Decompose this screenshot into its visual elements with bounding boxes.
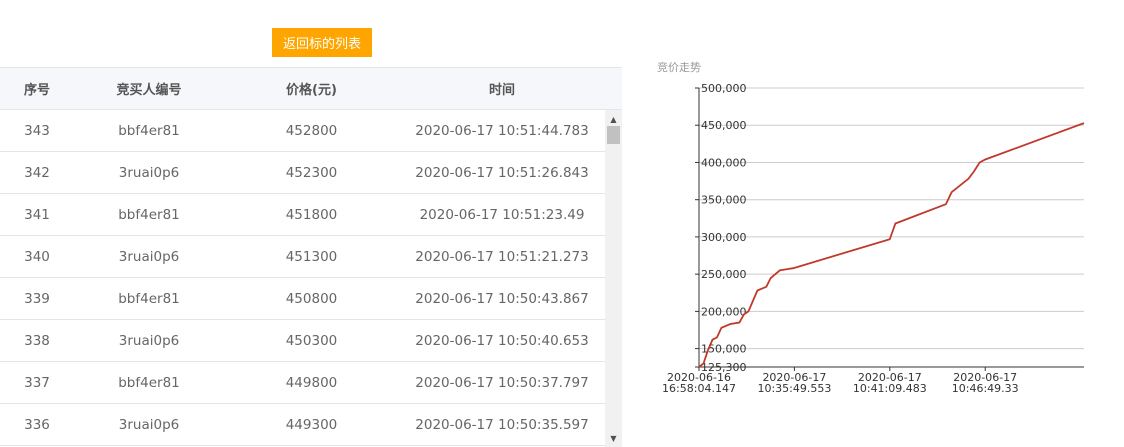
cell-price: 452800 bbox=[285, 122, 338, 139]
cell-price: 450800 bbox=[285, 290, 338, 307]
cell-index: 336 bbox=[24, 416, 50, 433]
x-tick-label: 2020-06-16 16:58:04.147 bbox=[662, 371, 736, 395]
cell-time: 2020-06-17 10:51:23.49 bbox=[419, 206, 585, 223]
table-row: 343 bbf4er81 452800 2020-06-17 10:51:44.… bbox=[0, 110, 605, 152]
table-scrollbar[interactable]: ▲ ▼ bbox=[605, 110, 622, 447]
cell-time: 2020-06-17 10:50:37.797 bbox=[415, 374, 589, 391]
cell-price: 452300 bbox=[285, 164, 338, 181]
cell-price: 451800 bbox=[285, 206, 338, 223]
cell-time: 2020-06-17 10:50:40.653 bbox=[415, 332, 589, 349]
table-row: 338 3ruai0p6 450300 2020-06-17 10:50:40.… bbox=[0, 320, 605, 362]
cell-index: 343 bbox=[24, 122, 50, 139]
header-time: 时间 bbox=[488, 83, 515, 98]
back-to-list-button[interactable]: 返回标的列表 bbox=[272, 28, 372, 57]
cell-bidder-id: bbf4er81 bbox=[118, 374, 180, 391]
y-tick-label: 500,000 bbox=[701, 82, 747, 95]
table-header: 序号 竞买人编号 价格(元) 时间 bbox=[0, 67, 622, 110]
cell-bidder-id: bbf4er81 bbox=[118, 206, 180, 223]
cell-time: 2020-06-17 10:51:21.273 bbox=[415, 248, 589, 265]
table-row: 339 bbf4er81 450800 2020-06-17 10:50:43.… bbox=[0, 278, 605, 320]
cell-price: 450300 bbox=[285, 332, 338, 349]
cell-price: 451300 bbox=[285, 248, 338, 265]
cell-index: 337 bbox=[24, 374, 50, 391]
cell-time: 2020-06-17 10:50:35.597 bbox=[415, 416, 589, 433]
cell-index: 340 bbox=[24, 248, 50, 265]
cell-time: 2020-06-17 10:50:43.867 bbox=[415, 290, 589, 307]
y-tick-label: 200,000 bbox=[701, 305, 747, 318]
x-tick-label: 2020-06-17 10:35:49.553 bbox=[757, 371, 831, 395]
table-row: 342 3ruai0p6 452300 2020-06-17 10:51:26.… bbox=[0, 152, 605, 194]
table-row: 340 3ruai0p6 451300 2020-06-17 10:51:21.… bbox=[0, 236, 605, 278]
scroll-up-icon[interactable]: ▲ bbox=[605, 112, 622, 126]
y-tick-label: 250,000 bbox=[701, 268, 747, 281]
cell-index: 339 bbox=[24, 290, 50, 307]
scrollbar-thumb[interactable] bbox=[607, 126, 620, 144]
cell-time: 2020-06-17 10:51:44.783 bbox=[415, 122, 589, 139]
cell-bidder-id: 3ruai0p6 bbox=[118, 164, 180, 181]
price-trend-chart: 500,000 450,000 400,000 350,000 300,000 250,0… bbox=[662, 82, 1085, 395]
price-series-line bbox=[698, 122, 1085, 368]
table-row: 341 bbf4er81 451800 2020-06-17 10:51:23.… bbox=[0, 194, 605, 236]
cell-bidder-id: 3ruai0p6 bbox=[118, 248, 180, 265]
scroll-down-icon[interactable]: ▼ bbox=[605, 431, 622, 445]
table-body: 343 bbf4er81 452800 2020-06-17 10:51:44.… bbox=[0, 110, 605, 447]
cell-price: 449800 bbox=[285, 374, 338, 391]
y-tick-label: 400,000 bbox=[701, 156, 747, 169]
cell-bidder-id: bbf4er81 bbox=[118, 290, 180, 307]
cell-bidder-id: 3ruai0p6 bbox=[118, 416, 180, 433]
y-tick-label: 350,000 bbox=[701, 194, 747, 207]
bid-table: 序号 竞买人编号 价格(元) 时间 343 bbf4er81 452800 20… bbox=[0, 67, 622, 447]
x-tick-label: 2020-06-17 10:46:49.33 bbox=[952, 371, 1019, 395]
table-row: 337 bbf4er81 449800 2020-06-17 10:50:37.… bbox=[0, 362, 605, 404]
y-tick-label: 450,000 bbox=[701, 119, 747, 132]
cell-index: 338 bbox=[24, 332, 50, 349]
y-tick-label: 300,000 bbox=[701, 231, 747, 244]
header-index: 序号 bbox=[23, 83, 50, 98]
x-tick-label: 2020-06-17 10:41:09.483 bbox=[853, 371, 927, 395]
cell-bidder-id: 3ruai0p6 bbox=[118, 332, 180, 349]
table-row: 336 3ruai0p6 449300 2020-06-17 10:50:35.… bbox=[0, 404, 605, 446]
cell-index: 342 bbox=[24, 164, 50, 181]
cell-price: 449300 bbox=[285, 416, 338, 433]
header-bidder-id: 竞买人编号 bbox=[116, 83, 182, 98]
cell-index: 341 bbox=[24, 206, 50, 223]
header-price: 价格(元) bbox=[286, 83, 337, 98]
cell-bidder-id: bbf4er81 bbox=[118, 122, 180, 139]
cell-time: 2020-06-17 10:51:26.843 bbox=[415, 164, 589, 181]
